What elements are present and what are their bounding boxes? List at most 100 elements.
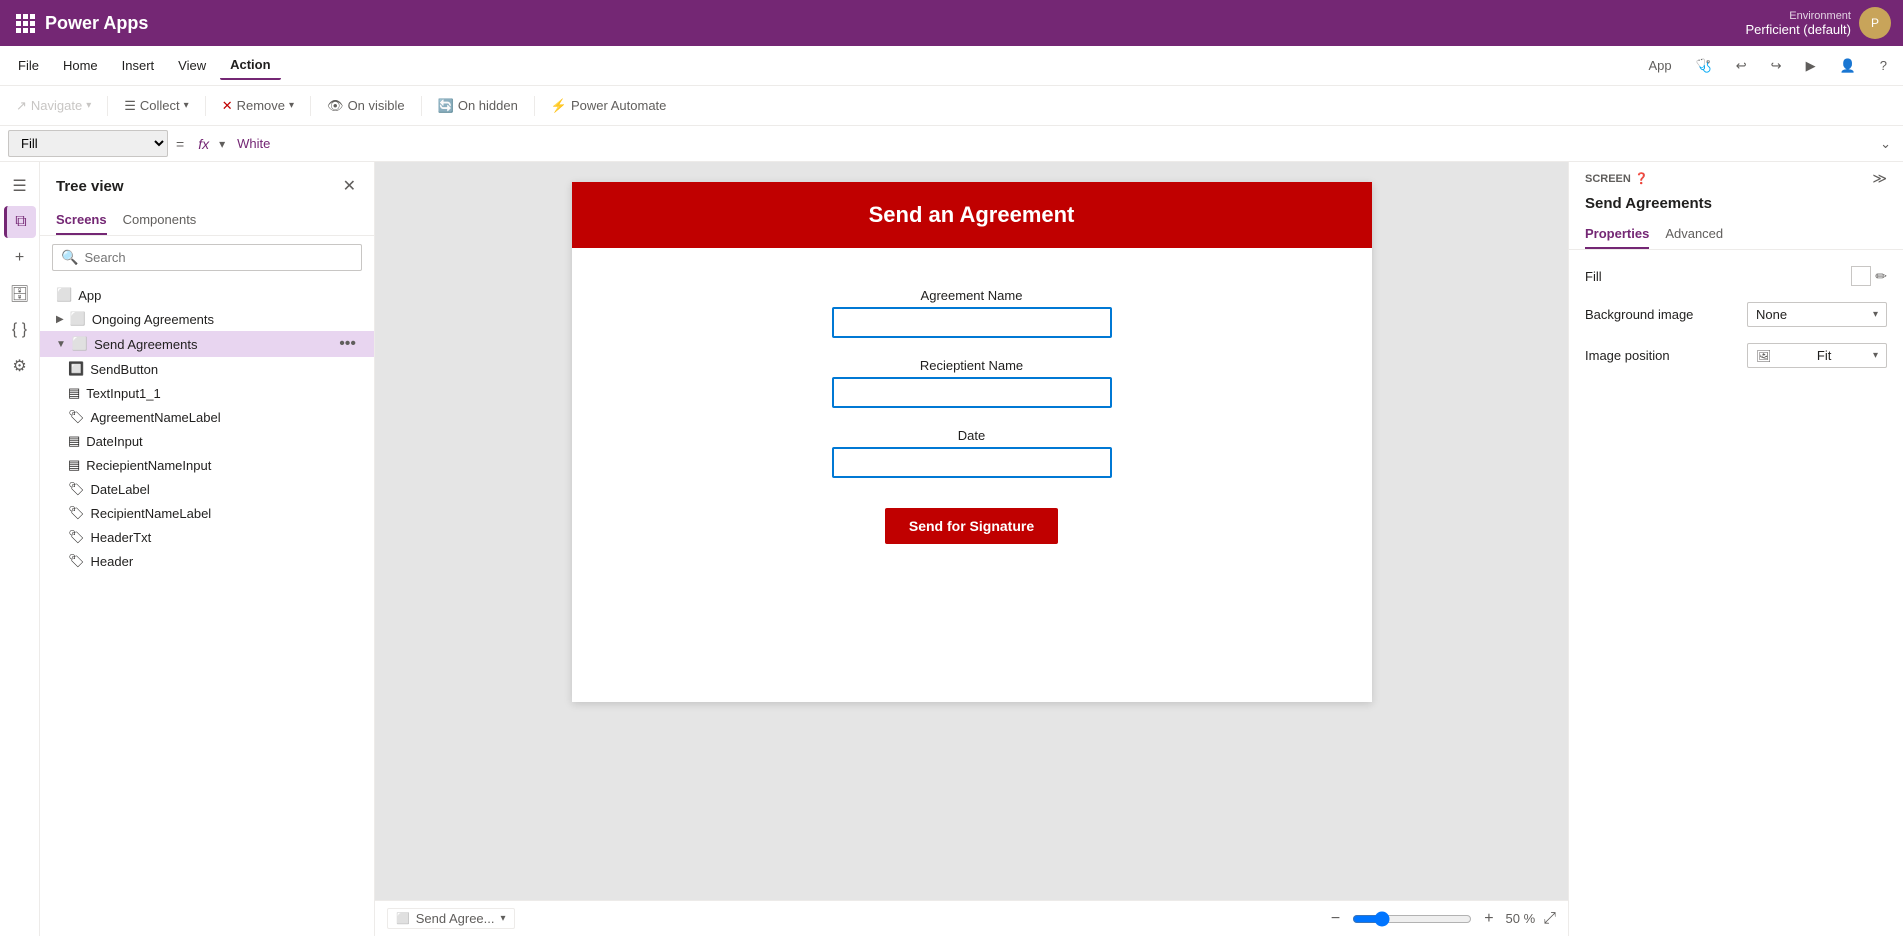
tree-send-label: Send Agreements: [94, 337, 331, 352]
agreement-name-label: Agreement Name: [652, 288, 1292, 303]
close-icon[interactable]: ✕: [341, 174, 358, 198]
background-image-dropdown[interactable]: None ▾: [1747, 302, 1887, 327]
zoom-in-button[interactable]: +: [1480, 908, 1497, 930]
menu-insert[interactable]: Insert: [112, 52, 165, 79]
tab-screens[interactable]: Screens: [56, 206, 107, 235]
tree-item-header-txt[interactable]: 🏷 HeaderTxt: [40, 525, 374, 549]
image-position-value: Fit: [1817, 348, 1831, 363]
tree-item-date-label[interactable]: 🏷 DateLabel: [40, 477, 374, 501]
button-icon: 🔲: [68, 361, 84, 377]
search-input[interactable]: [84, 250, 353, 265]
zoom-controls: − + 50 % ⤢: [1327, 908, 1556, 930]
fx-button[interactable]: fx: [192, 136, 215, 152]
stethoscope-icon[interactable]: 🩺: [1688, 54, 1720, 78]
power-automate-button[interactable]: ⚡ Power Automate: [543, 94, 675, 118]
action-toolbar: ↗ Navigate ▾ ☰ Collect ▾ ✕ Remove ▾ 👁 On…: [0, 86, 1903, 126]
formula-input[interactable]: [229, 132, 1872, 155]
property-selector[interactable]: Fill: [8, 130, 168, 157]
collect-icon: ☰: [124, 98, 136, 114]
on-hidden-button[interactable]: 🔄 On hidden: [430, 94, 526, 118]
fill-value: ✏: [1851, 266, 1887, 286]
input-icon-2: ▤: [68, 433, 80, 449]
zoom-slider[interactable]: [1352, 911, 1472, 927]
play-button[interactable]: ▶: [1798, 54, 1824, 78]
screen-chevron-icon: ▾: [500, 913, 505, 924]
tree-item-date-input[interactable]: ▤ DateInput: [40, 429, 374, 453]
title-right-area: Environment Perficient (default) P: [1746, 7, 1892, 39]
label-icon-2: 🏷: [68, 481, 85, 497]
screen-section-label: SCREEN ❓: [1585, 172, 1649, 185]
tree-item-ongoing[interactable]: ▶ ⬜ Ongoing Agreements: [40, 307, 374, 331]
image-position-dropdown[interactable]: 🖼 Fit ▾: [1747, 343, 1887, 368]
redo-button[interactable]: ↪: [1763, 54, 1790, 78]
tree-item-header[interactable]: 🏷 Header: [40, 549, 374, 573]
variable-icon[interactable]: ⚙: [4, 350, 36, 382]
help-icon[interactable]: ?: [1872, 54, 1895, 77]
remove-button[interactable]: ✕ Remove ▾: [214, 94, 302, 118]
tree-item-agreement-label[interactable]: 🏷 AgreementNameLabel: [40, 405, 374, 429]
help-circle-icon[interactable]: ❓: [1635, 172, 1649, 185]
zoom-out-button[interactable]: −: [1327, 908, 1344, 930]
right-tabs: Properties Advanced: [1569, 220, 1903, 250]
date-label: Date: [652, 428, 1292, 443]
chevron-icon[interactable]: ▾: [219, 137, 225, 151]
plus-icon[interactable]: +: [4, 242, 36, 274]
screen-selector[interactable]: ⬜ Send Agree... ▾: [387, 908, 515, 929]
collect-label: Collect: [140, 98, 180, 113]
label-icon-5: 🏷: [68, 553, 85, 569]
collect-button[interactable]: ☰ Collect ▾: [116, 94, 196, 118]
tree-item-app[interactable]: ⬜ App: [40, 283, 374, 307]
navigate-icon: ↗: [16, 98, 27, 114]
layers-icon[interactable]: ⧉: [4, 206, 36, 238]
waffle-menu[interactable]: [12, 10, 39, 37]
date-input[interactable]: [832, 447, 1112, 478]
hamburger-icon[interactable]: ☰: [4, 170, 36, 202]
remove-chevron: ▾: [289, 100, 294, 111]
power-automate-icon: ⚡: [551, 98, 567, 114]
more-options-icon[interactable]: •••: [337, 335, 358, 353]
tree-ongoing-label: Ongoing Agreements: [92, 312, 358, 327]
separator-5: [534, 96, 535, 116]
header-label: Header: [91, 554, 134, 569]
label-icon-1: 🏷: [68, 409, 85, 425]
right-panel-title: Send Agreements: [1569, 195, 1903, 220]
tree-item-textinput1[interactable]: ▤ TextInput1_1: [40, 381, 374, 405]
collapse-icon[interactable]: ≫: [1872, 170, 1887, 187]
environment-name: Perficient (default): [1746, 22, 1852, 37]
tree-item-send-button[interactable]: 🔲 SendButton: [40, 357, 374, 381]
user-icon[interactable]: 👤: [1832, 54, 1864, 78]
code-icon[interactable]: { }: [4, 314, 36, 346]
separator-4: [421, 96, 422, 116]
menu-file[interactable]: File: [8, 52, 49, 79]
fill-color-swatch[interactable]: [1851, 266, 1871, 286]
separator-1: [107, 96, 108, 116]
menu-home[interactable]: Home: [53, 52, 108, 79]
on-visible-button[interactable]: 👁 On visible: [319, 94, 413, 118]
menu-view[interactable]: View: [168, 52, 216, 79]
tab-properties[interactable]: Properties: [1585, 220, 1649, 249]
label-icon-4: 🏷: [68, 529, 85, 545]
date-label: DateLabel: [91, 482, 150, 497]
tree-item-recipient-label[interactable]: 🏷 RecipientNameLabel: [40, 501, 374, 525]
fill-edit-icon[interactable]: ✏: [1875, 268, 1887, 285]
user-avatar[interactable]: P: [1859, 7, 1891, 39]
navigate-button[interactable]: ↗ Navigate ▾: [8, 94, 99, 118]
agreement-name-input[interactable]: [832, 307, 1112, 338]
tree-tabs: Screens Components: [40, 206, 374, 236]
send-signature-button[interactable]: Send for Signature: [885, 508, 1058, 544]
tree-item-recipient-input[interactable]: ▤ ReciepientNameInput: [40, 453, 374, 477]
canvas-frame: Send an Agreement Agreement Name Reciept…: [572, 182, 1372, 702]
tab-components[interactable]: Components: [123, 206, 197, 235]
navigate-label: Navigate: [31, 98, 82, 113]
input-icon-1: ▤: [68, 385, 80, 401]
fullscreen-icon[interactable]: ⤢: [1543, 910, 1556, 928]
database-icon[interactable]: 🗄: [4, 278, 36, 310]
tab-advanced[interactable]: Advanced: [1665, 220, 1723, 249]
environment-label: Environment: [1789, 10, 1851, 22]
recipient-name-input[interactable]: [832, 377, 1112, 408]
equals-sign: =: [172, 136, 188, 152]
undo-button[interactable]: ↩: [1728, 54, 1755, 78]
tree-item-send-agreements[interactable]: ▼ ⬜ Send Agreements •••: [40, 331, 374, 357]
expand-icon[interactable]: ⌄: [1876, 136, 1895, 152]
menu-action[interactable]: Action: [220, 51, 280, 80]
